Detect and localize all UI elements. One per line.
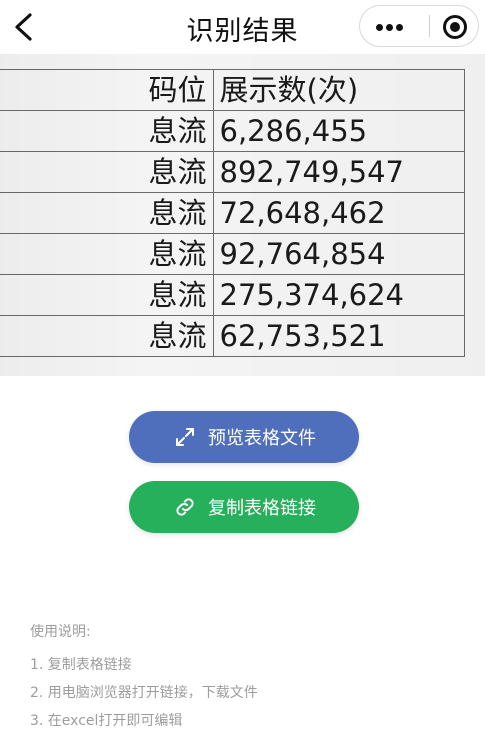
table-row: 息流 62,753,521 <box>0 315 466 357</box>
usage-heading: 使用说明: <box>30 624 91 640</box>
usage-step: 3. 在excel打开即可编辑 <box>30 713 183 729</box>
preview-button-label: 预览表格文件 <box>208 428 316 449</box>
capsule-divider <box>429 15 430 37</box>
table-cell: 92,764,854 <box>212 233 466 275</box>
table-cell: 息流 <box>0 110 214 152</box>
navigation-bar: 识别结果 <box>0 0 485 54</box>
table-cell: 息流 <box>0 192 214 234</box>
menu-capsule <box>359 5 479 47</box>
table-row: 息流 892,749,547 <box>0 151 466 193</box>
table-row: 息流 92,764,854 <box>0 233 466 275</box>
table-row: 息流 6,286,455 <box>0 110 466 152</box>
expand-arrows-icon <box>172 424 198 450</box>
table-row: 息流 72,648,462 <box>0 192 466 234</box>
table-cell: 275,374,624 <box>212 274 466 316</box>
table-cell: 息流 <box>0 274 214 316</box>
table-cell: 62,753,521 <box>212 315 466 357</box>
usage-step: 2. 用电脑浏览器打开链接，下载文件 <box>30 685 258 701</box>
table-cell: 息流 <box>0 151 214 193</box>
table-cell: 72,648,462 <box>212 192 466 234</box>
table-header-row: 码位 展示数(次) <box>0 69 466 111</box>
table-cell: 892,749,547 <box>212 151 466 193</box>
copy-button-label: 复制表格链接 <box>208 498 316 519</box>
usage-instructions: 使用说明: 1. 复制表格链接 2. 用电脑浏览器打开链接，下载文件 3. 在e… <box>30 618 258 735</box>
table-cell: 息流 <box>0 315 214 357</box>
copy-table-link-button[interactable]: 复制表格链接 <box>129 481 359 533</box>
table-header-cell: 展示数(次) <box>212 69 466 111</box>
usage-step: 1. 复制表格链接 <box>30 657 132 673</box>
table-cell: 6,286,455 <box>212 110 466 152</box>
more-button[interactable] <box>360 6 418 46</box>
link-icon <box>172 494 198 520</box>
preview-table-file-button[interactable]: 预览表格文件 <box>129 411 359 463</box>
result-table: 码位 展示数(次) 息流 6,286,455 息流 892,749,547 息流 72,648… <box>0 69 466 357</box>
table-cell: 息流 <box>0 233 214 275</box>
table-row: 息流 275,374,624 <box>0 274 466 316</box>
table-header-cell: 码位 <box>0 69 214 111</box>
recognized-table-image: 码位 展示数(次) 息流 6,286,455 息流 892,749,547 息流 72,648… <box>0 54 485 376</box>
close-button[interactable] <box>436 10 474 43</box>
